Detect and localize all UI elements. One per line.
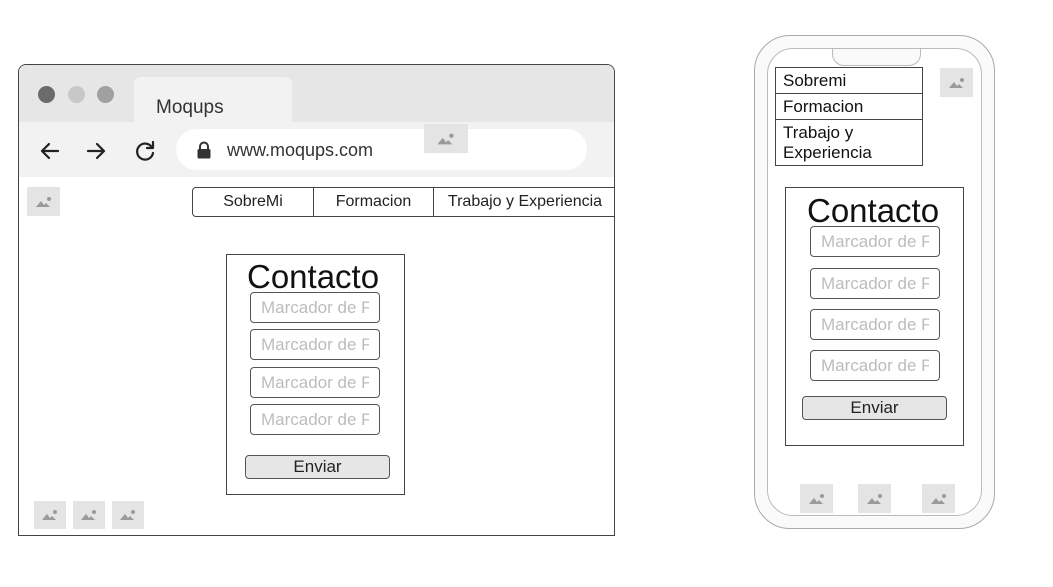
forward-arrow-icon[interactable]	[83, 138, 109, 164]
image-icon	[808, 493, 824, 504]
mobile-contact-input-4[interactable]	[810, 350, 940, 381]
browser-tab[interactable]: Moqups	[134, 77, 292, 123]
image-icon	[948, 77, 964, 88]
mobile-footer-image-placeholder	[858, 484, 891, 513]
mobile-logo-image-placeholder	[940, 68, 973, 97]
browser-window: Moqups www.moqups.com SobreMi Formacion …	[18, 64, 615, 536]
footer-image-placeholder	[112, 501, 144, 529]
tab-bar: Moqups	[19, 65, 614, 123]
image-icon	[866, 493, 882, 504]
image-icon	[120, 510, 135, 520]
desktop-nav: SobreMi Formacion Trabajo y Experiencia	[192, 187, 614, 217]
contact-input-3[interactable]	[250, 367, 380, 398]
lock-icon	[196, 141, 212, 159]
mobile-footer-image-placeholder	[800, 484, 833, 513]
maximize-window-dot[interactable]	[97, 86, 114, 103]
nav-item-formacion[interactable]: Formacion	[314, 188, 434, 216]
browser-toolbar: www.moqups.com	[19, 122, 614, 177]
contact-form: Contacto Enviar	[226, 254, 405, 495]
nav-item-sobremi[interactable]: SobreMi	[193, 188, 314, 216]
logo-image-placeholder	[27, 187, 60, 216]
mobile-nav-item-trabajo[interactable]: Trabajo y Experiencia	[776, 120, 894, 165]
phone-notch	[832, 49, 921, 66]
address-bar[interactable]: www.moqups.com	[176, 129, 587, 170]
floating-image-placeholder	[424, 124, 468, 153]
nav-label: SobreMi	[223, 193, 283, 210]
tab-title: Moqups	[156, 97, 224, 118]
send-button[interactable]: Enviar	[245, 455, 390, 479]
image-icon	[42, 510, 57, 520]
nav-label: Formacion	[335, 193, 412, 210]
footer-image-placeholder	[73, 501, 105, 529]
mobile-contact-input-1[interactable]	[810, 226, 940, 257]
contact-title: Contacto	[247, 258, 380, 295]
image-icon	[35, 196, 51, 207]
image-icon	[437, 133, 454, 144]
footer-image-placeholder	[34, 501, 66, 529]
mobile-contact-input-2[interactable]	[810, 268, 940, 299]
reload-icon[interactable]	[132, 138, 158, 164]
mobile-send-button[interactable]: Enviar	[802, 396, 947, 420]
url-text: www.moqups.com	[227, 140, 374, 160]
nav-item-trabajo[interactable]: Trabajo y Experiencia	[434, 188, 614, 216]
back-arrow-icon[interactable]	[37, 138, 63, 164]
close-window-dot[interactable]	[38, 86, 55, 103]
mobile-nav-item-formacion[interactable]: Formacion	[776, 94, 922, 120]
contact-input-1[interactable]	[250, 292, 380, 323]
image-icon	[81, 510, 96, 520]
mobile-nav-item-sobremi[interactable]: Sobremi	[776, 68, 922, 94]
contact-input-4[interactable]	[250, 404, 380, 435]
mobile-contact-form: Contacto Enviar	[785, 187, 964, 446]
minimize-window-dot[interactable]	[68, 86, 85, 103]
mobile-contact-input-3[interactable]	[810, 309, 940, 340]
nav-label: Trabajo y Experiencia	[447, 193, 603, 210]
mobile-footer-image-placeholder	[922, 484, 955, 513]
mobile-nav: Sobremi Formacion Trabajo y Experiencia	[775, 67, 923, 166]
contact-input-2[interactable]	[250, 329, 380, 360]
image-icon	[930, 493, 946, 504]
mobile-contact-title: Contacto	[807, 192, 940, 229]
